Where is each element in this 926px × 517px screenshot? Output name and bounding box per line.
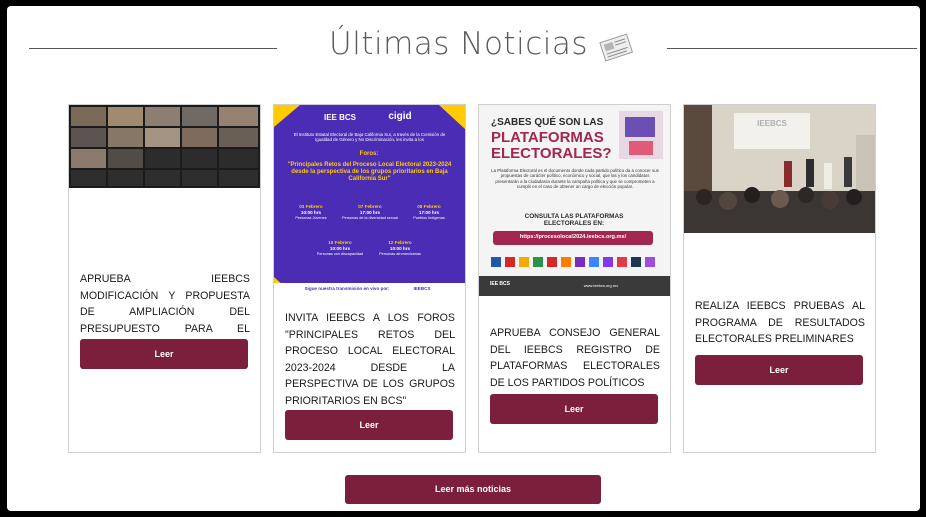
read-button[interactable]: Leer [490, 394, 658, 424]
section-title: Últimas Noticias [329, 26, 588, 62]
poster-line1: ¿SABES QUÉ SON LAS [491, 117, 604, 128]
poster-footer-site: www.ieebcs.org.mx [583, 283, 619, 288]
video-conference-grid [69, 105, 260, 188]
read-button[interactable]: Leer [80, 339, 248, 369]
card-title: REALIZA IEEBCS PRUEBAS AL PROGRAMA DE RE… [695, 300, 865, 345]
more-news-button[interactable]: Leer más noticias [345, 475, 601, 504]
poster-body: La Plataforma Electoral es el documento … [491, 168, 659, 190]
newspaper-icon [599, 33, 634, 62]
poster-line3: ELECTORALES? [491, 145, 612, 162]
poster-intro: El Instituto Estatal Electoral de Baja C… [293, 132, 446, 143]
news-card: APRUEBA IEEBCS MODIFICACIÓN Y PROPUESTA … [68, 104, 261, 453]
poster-logo-left: IEE BCS [323, 113, 356, 122]
poster-logo-right: cigid [388, 111, 412, 122]
poster-headline: "Principales Retos del Proceso Local Ele… [287, 162, 452, 182]
card-title: INVITA IEEBCS A LOS FOROS "PRINCIPALES R… [285, 312, 455, 407]
news-card: IEEBCS REALIZA IEEBCS PRUEBAS AL PROGRAM… [683, 104, 876, 453]
screen-text: IEEBCS [757, 119, 787, 128]
news-section: Últimas Noticias APRUEBA IEEBCS MODIFICA… [7, 6, 920, 511]
section-header: Últimas Noticias [7, 26, 920, 70]
forum-poster-image: IEE BCS cigid El Instituto Estatal Elect… [274, 105, 465, 297]
video-conference-image [69, 105, 260, 296]
read-button[interactable]: Leer [695, 355, 863, 385]
poster-footer-handle: IEEBCS [413, 286, 431, 291]
poster-dates: 03 Febrero 10:00 hrs Personas Jóvenes 07… [295, 204, 445, 256]
poster-footer: Sigue nuestra transmisión en vivo por: [304, 286, 390, 291]
poster-url: https://procesolocal2024.ieebcs.org.mx/ [519, 234, 627, 240]
meeting-photo-image: IEEBCS [684, 105, 875, 233]
card-title: APRUEBA CONSEJO GENERAL DEL IEEBCS REGIS… [490, 327, 660, 389]
poster-consult: CONSULTA LAS PLATAFORMAS ELECTORALES EN: [524, 213, 624, 228]
title-divider-left [29, 48, 277, 49]
news-card: ¿SABES QUÉ SON LAS PLATAFORMAS ELECTORAL… [478, 104, 671, 453]
platforms-poster-image: ¿SABES QUÉ SON LAS PLATAFORMAS ELECTORAL… [479, 105, 670, 296]
poster-footer-logo: IEE BCS [489, 281, 510, 287]
news-card: IEE BCS cigid El Instituto Estatal Elect… [273, 104, 466, 453]
poster-foros: Foros: [359, 151, 379, 157]
news-cards: APRUEBA IEEBCS MODIFICACIÓN Y PROPUESTA … [7, 104, 920, 464]
poster-line2: PLATAFORMAS [491, 129, 604, 146]
read-button[interactable]: Leer [285, 410, 453, 440]
title-divider-right [667, 48, 917, 49]
